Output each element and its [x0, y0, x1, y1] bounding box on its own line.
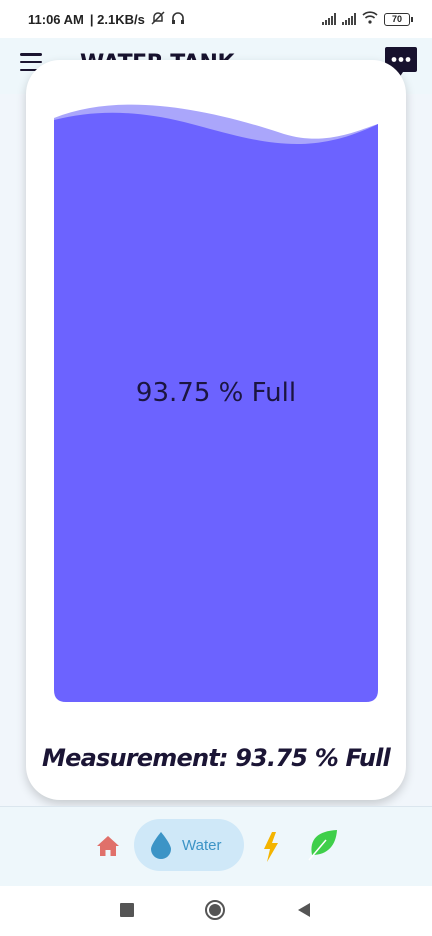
leaf-icon: [308, 830, 337, 861]
nav-energy-button[interactable]: [262, 831, 280, 863]
tank-level-label: 93.75 % Full: [135, 378, 297, 408]
nav-home-button[interactable]: [96, 835, 120, 857]
home-circle-icon[interactable]: [205, 900, 225, 920]
water-tank: 93.75 % Full: [54, 100, 378, 702]
muted-bell-icon: [151, 10, 165, 28]
nav-eco-button[interactable]: [308, 829, 338, 861]
status-right: 70: [322, 11, 413, 27]
nav-water-button[interactable]: Water: [134, 819, 244, 871]
home-icon: [97, 836, 119, 856]
status-bar: 11:06 AM | 2.1KB/s 70: [0, 0, 432, 38]
back-triangle-icon[interactable]: [297, 902, 311, 918]
nav-water-label: Water: [182, 836, 222, 854]
signal-icon-2: [342, 13, 356, 25]
tank-card: 93.75 % Full Measurement: 93.75 % Full: [26, 60, 406, 800]
lightning-icon: [264, 832, 278, 862]
battery-icon: 70: [384, 12, 413, 26]
signal-icon: [322, 13, 336, 25]
status-left: 11:06 AM | 2.1KB/s: [28, 10, 185, 28]
water-drop-icon: [151, 832, 171, 859]
bottom-nav: Water: [0, 806, 432, 886]
status-time: 11:06 AM: [28, 11, 84, 27]
wifi-icon: [362, 11, 378, 27]
headphones-icon: [171, 11, 185, 28]
measurement-text: Measurement: 93.75 % Full: [42, 744, 391, 772]
system-nav-bar: [0, 886, 432, 936]
recent-apps-icon[interactable]: [120, 903, 134, 917]
status-net-speed: | 2.1KB/s: [89, 11, 145, 27]
